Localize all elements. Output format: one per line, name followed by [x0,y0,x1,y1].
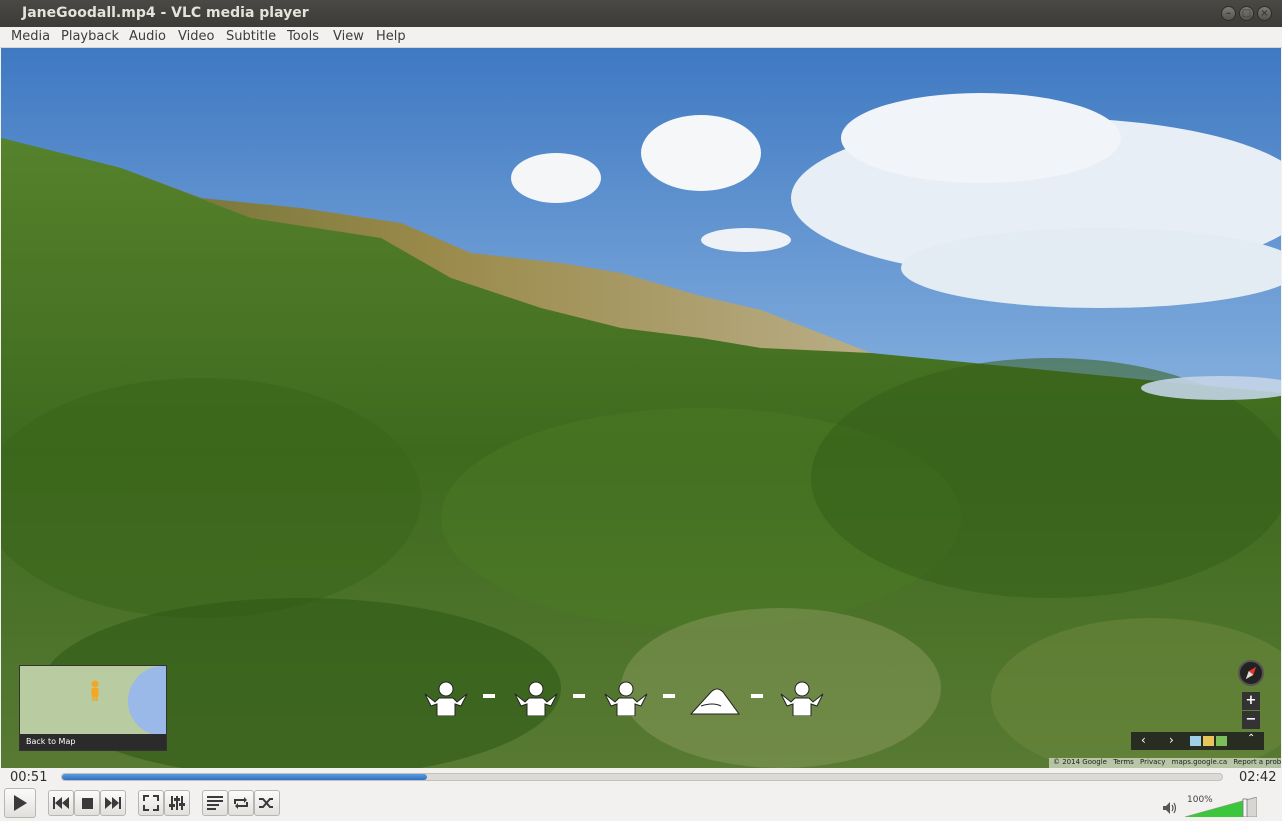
thumbnail-tile[interactable] [1190,736,1201,746]
stop-icon [81,797,93,809]
seek-row: 00:51 02:42 [0,768,1282,786]
fullscreen-icon [143,795,159,811]
menu-bar: Media Playback Audio Video Subtitle Tool… [0,27,1282,48]
maximize-icon[interactable]: □ [1239,6,1254,21]
seek-bar[interactable] [61,773,1223,781]
chevron-left-icon[interactable]: ‹ [1141,733,1146,747]
chevron-right-icon[interactable]: › [1169,733,1174,747]
shrug-person-icon [604,681,648,716]
shrug-person-icon [514,681,558,716]
volume-icon[interactable] [1163,802,1177,814]
separator-dash [483,694,495,698]
separator-dash [573,694,585,698]
chevron-up-icon[interactable]: ⌃ [1247,733,1255,744]
back-to-map-link[interactable]: Back to Map [20,734,166,750]
street-view-thumbnail-strip: ‹ › ⌃ [1131,732,1264,750]
stop-button[interactable] [74,790,100,816]
shuffle-icon [259,798,273,808]
menu-media[interactable]: Media [11,29,50,44]
separator-dash [751,694,763,698]
elapsed-time: 00:51 [10,770,48,785]
menu-playback[interactable]: Playback [61,29,119,44]
loop-icon [234,797,248,809]
menu-tools[interactable]: Tools [287,29,319,44]
zoom-out-button[interactable]: − [1242,711,1260,729]
previous-icon [53,797,69,809]
street-view-minimap[interactable]: Back to Map [19,665,167,751]
hud-icon-sequence [421,680,831,720]
report-problem-link[interactable]: Report a problem [1233,758,1281,766]
zoom-in-button[interactable]: + [1242,692,1260,710]
menu-subtitle[interactable]: Subtitle [226,29,276,44]
vlc-window: JaneGoodall.mp4 - VLC media player – □ ×… [0,0,1282,821]
menu-view[interactable]: View [333,29,364,44]
menu-audio[interactable]: Audio [129,29,166,44]
shrug-person-icon [424,681,468,716]
play-icon [14,795,27,811]
thumbnail-tile[interactable] [1203,736,1214,746]
playback-controls: 100% [0,786,1282,821]
terms-link[interactable]: Terms [1113,758,1134,766]
minimize-icon[interactable]: – [1221,6,1236,21]
menu-help[interactable]: Help [376,29,406,44]
separator-dash [663,694,675,698]
fullscreen-button[interactable] [138,790,164,816]
minimap-water [128,666,166,736]
privacy-link[interactable]: Privacy [1140,758,1165,766]
map-credits: © 2014 Google Terms Privacy maps.google.… [1049,758,1281,768]
mountain-icon [689,688,740,715]
video-display[interactable]: Back to Map + − ‹ › ⌃ © 2014 Google Term… [1,48,1281,768]
total-time: 02:42 [1239,770,1277,785]
close-icon[interactable]: × [1257,6,1272,21]
playlist-icon [207,796,223,810]
shuffle-button[interactable] [254,790,280,816]
extended-settings-button[interactable] [164,790,190,816]
next-icon [105,797,121,809]
loop-button[interactable] [228,790,254,816]
video-frame-landscape [1,48,1281,768]
copyright-text: © 2014 Google [1053,758,1107,766]
shrug-person-icon [780,681,824,716]
previous-button[interactable] [48,790,74,816]
pegman-icon [91,680,99,701]
compass-icon[interactable] [1238,660,1264,686]
window-title: JaneGoodall.mp4 - VLC media player [22,5,309,21]
site-link[interactable]: maps.google.ca [1172,758,1228,766]
play-button[interactable] [4,788,36,818]
menu-video[interactable]: Video [178,29,214,44]
equalizer-icon [169,796,185,810]
volume-slider[interactable] [1185,797,1257,817]
next-button[interactable] [100,790,126,816]
title-bar[interactable]: JaneGoodall.mp4 - VLC media player – □ × [0,0,1282,27]
thumbnail-tile[interactable] [1216,736,1227,746]
playlist-button[interactable] [202,790,228,816]
seek-progress [62,774,427,780]
